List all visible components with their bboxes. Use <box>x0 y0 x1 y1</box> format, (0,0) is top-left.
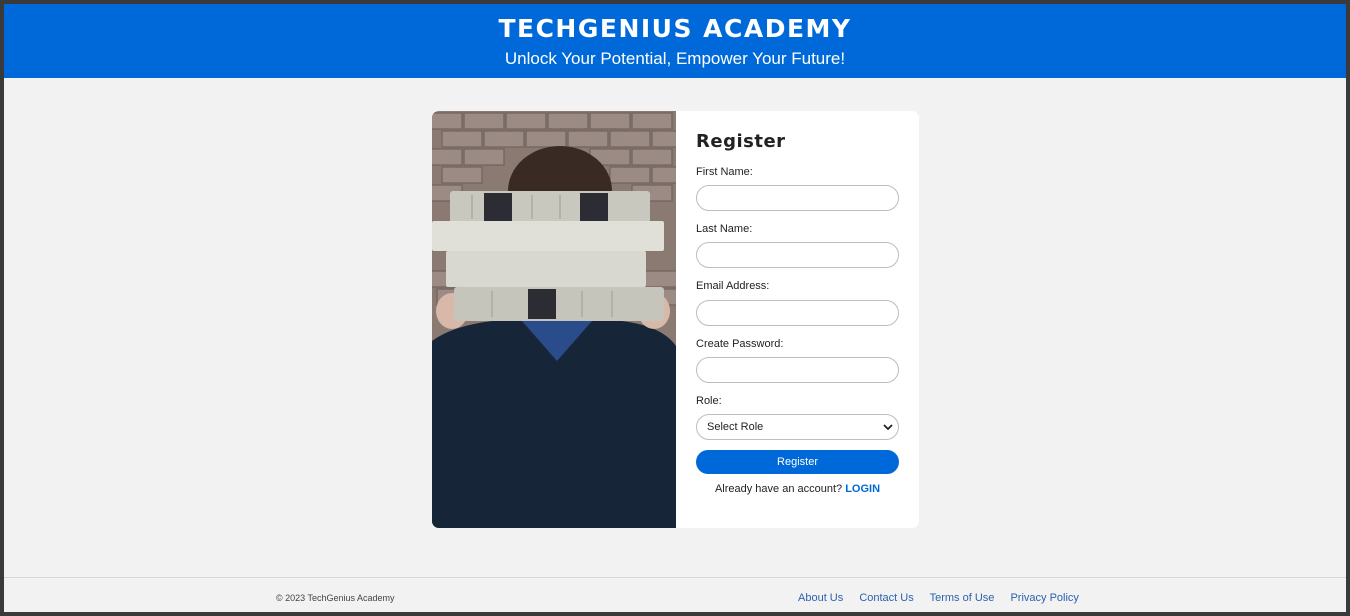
role-label: Role: <box>696 395 722 407</box>
email-input[interactable] <box>696 300 899 326</box>
footer-link-about[interactable]: About Us <box>798 592 843 604</box>
footer-link-terms[interactable]: Terms of Use <box>930 592 995 604</box>
chevron-down-icon <box>883 424 893 431</box>
last-name-input[interactable] <box>696 242 899 268</box>
form-heading: Register <box>696 131 786 152</box>
register-card: Register First Name: Last Name: Email Ad… <box>432 111 919 528</box>
password-input[interactable] <box>696 357 899 383</box>
site-title: TECHGENIUS ACADEMY <box>498 14 852 43</box>
first-name-input[interactable] <box>696 185 899 211</box>
login-link[interactable]: LOGIN <box>845 483 880 495</box>
last-name-label: Last Name: <box>696 223 753 235</box>
register-button[interactable]: Register <box>696 450 899 474</box>
footer-link-contact[interactable]: Contact Us <box>859 592 913 604</box>
password-label: Create Password: <box>696 338 784 350</box>
login-prompt-text: Already have an account? <box>714 483 843 495</box>
email-label: Email Address: <box>696 280 770 292</box>
browser-viewport: TECHGENIUS ACADEMY Unlock Your Potential… <box>4 4 1346 612</box>
login-prompt: Already have an account? LOGIN <box>696 483 899 495</box>
role-select[interactable]: Select Role <box>696 414 899 440</box>
site-footer: © 2023 TechGenius Academy About Us Conta… <box>4 577 1346 612</box>
site-header: TECHGENIUS ACADEMY Unlock Your Potential… <box>4 4 1346 78</box>
site-tagline: Unlock Your Potential, Empower Your Futu… <box>504 49 846 68</box>
role-select-value: Select Role <box>707 421 764 433</box>
footer-link-privacy[interactable]: Privacy Policy <box>1010 592 1078 604</box>
copyright-text: © 2023 TechGenius Academy <box>276 593 395 603</box>
first-name-label: First Name: <box>696 166 753 178</box>
student-with-books-photo <box>432 111 676 528</box>
footer-links: About Us Contact Us Terms of Use Privacy… <box>798 592 1092 604</box>
